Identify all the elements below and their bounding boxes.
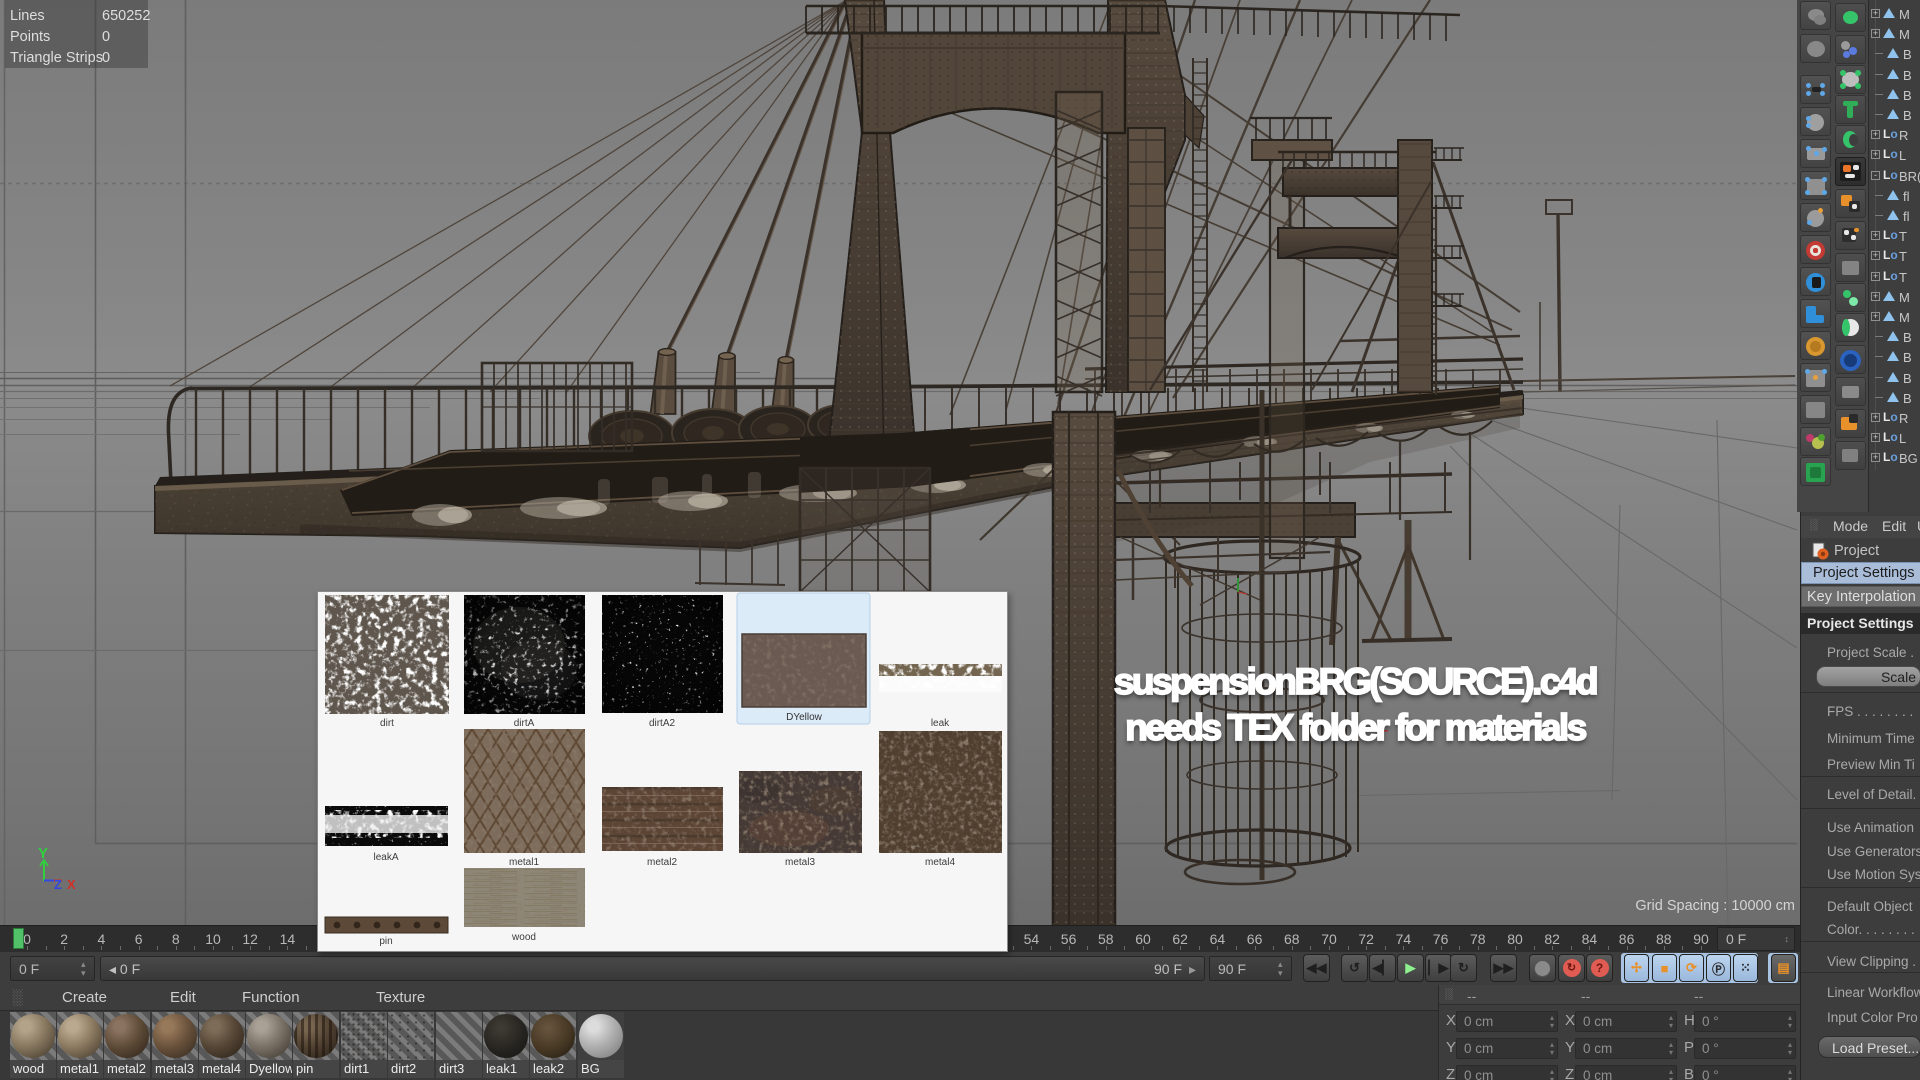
svg-text:Y: Y — [38, 845, 48, 862]
svg-text:leakA: leakA — [373, 852, 398, 863]
svg-text:DYellow: DYellow — [786, 712, 823, 723]
svg-text:dirtA: dirtA — [514, 718, 535, 729]
svg-text:dirtA2: dirtA2 — [649, 718, 676, 729]
svg-text:Z: Z — [54, 877, 62, 892]
svg-text:dirt: dirt — [380, 718, 394, 729]
svg-text:leak: leak — [931, 718, 950, 729]
svg-text:metal1: metal1 — [509, 857, 539, 868]
svg-text:X: X — [67, 877, 76, 892]
svg-text:metal4: metal4 — [925, 857, 955, 868]
svg-text:wood: wood — [511, 932, 536, 943]
svg-text:pin: pin — [379, 936, 392, 947]
svg-text:metal2: metal2 — [647, 857, 677, 868]
svg-text:metal3: metal3 — [785, 857, 815, 868]
